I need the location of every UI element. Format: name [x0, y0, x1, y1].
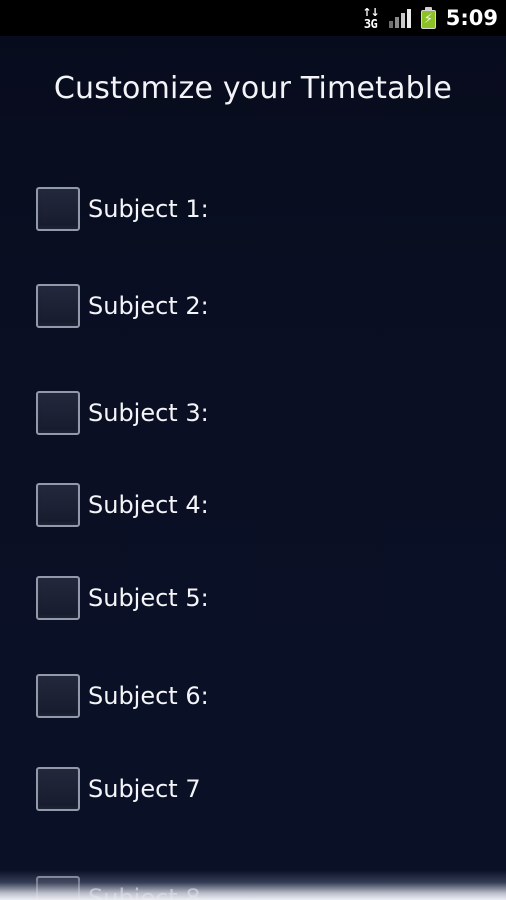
subject-row-5[interactable]: Subject 5:: [36, 575, 209, 621]
network-type-label: 3G: [363, 17, 378, 31]
subject-checkbox-7[interactable]: [36, 767, 80, 811]
status-bar-clock: 5:09: [445, 6, 498, 30]
subject-checkbox-3[interactable]: [36, 391, 80, 435]
android-screen: ↑↓ 3G ⚡ 5:09 Customize your Timetable Su…: [0, 0, 506, 900]
subject-label-4: Subject 4:: [88, 491, 209, 519]
subject-checkbox-8[interactable]: [36, 876, 80, 900]
signal-bars-icon: [388, 8, 411, 28]
main-content: Customize your Timetable Subject 1: Subj…: [0, 36, 506, 900]
subject-row-2[interactable]: Subject 2:: [36, 283, 209, 329]
subject-row-4[interactable]: Subject 4:: [36, 482, 209, 528]
subject-checkbox-1[interactable]: [36, 187, 80, 231]
subject-checkbox-6[interactable]: [36, 674, 80, 718]
subject-checkbox-2[interactable]: [36, 284, 80, 328]
subject-checkbox-5[interactable]: [36, 576, 80, 620]
subject-label-1: Subject 1:: [88, 195, 209, 223]
status-bar: ↑↓ 3G ⚡ 5:09: [0, 0, 506, 36]
subject-checkbox-4[interactable]: [36, 483, 80, 527]
charging-bolt-icon: ⚡: [423, 12, 433, 27]
subject-row-7[interactable]: Subject 7: [36, 766, 201, 812]
subject-label-5: Subject 5:: [88, 584, 209, 612]
battery-charging-icon: ⚡: [420, 7, 436, 29]
subject-row-6[interactable]: Subject 6:: [36, 673, 209, 719]
subject-label-3: Subject 3:: [88, 399, 209, 427]
subject-label-6: Subject 6:: [88, 682, 209, 710]
subject-label-7: Subject 7: [88, 775, 201, 803]
subject-row-1[interactable]: Subject 1:: [36, 186, 209, 232]
subject-row-8[interactable]: Subject 8: [36, 875, 201, 900]
battery-body: ⚡: [420, 10, 436, 29]
subject-label-2: Subject 2:: [88, 292, 209, 320]
3g-data-icon: ↑↓ 3G: [362, 6, 379, 31]
page-title: Customize your Timetable: [53, 71, 453, 106]
subject-row-3[interactable]: Subject 3:: [36, 390, 209, 436]
subject-label-8: Subject 8: [88, 884, 201, 900]
